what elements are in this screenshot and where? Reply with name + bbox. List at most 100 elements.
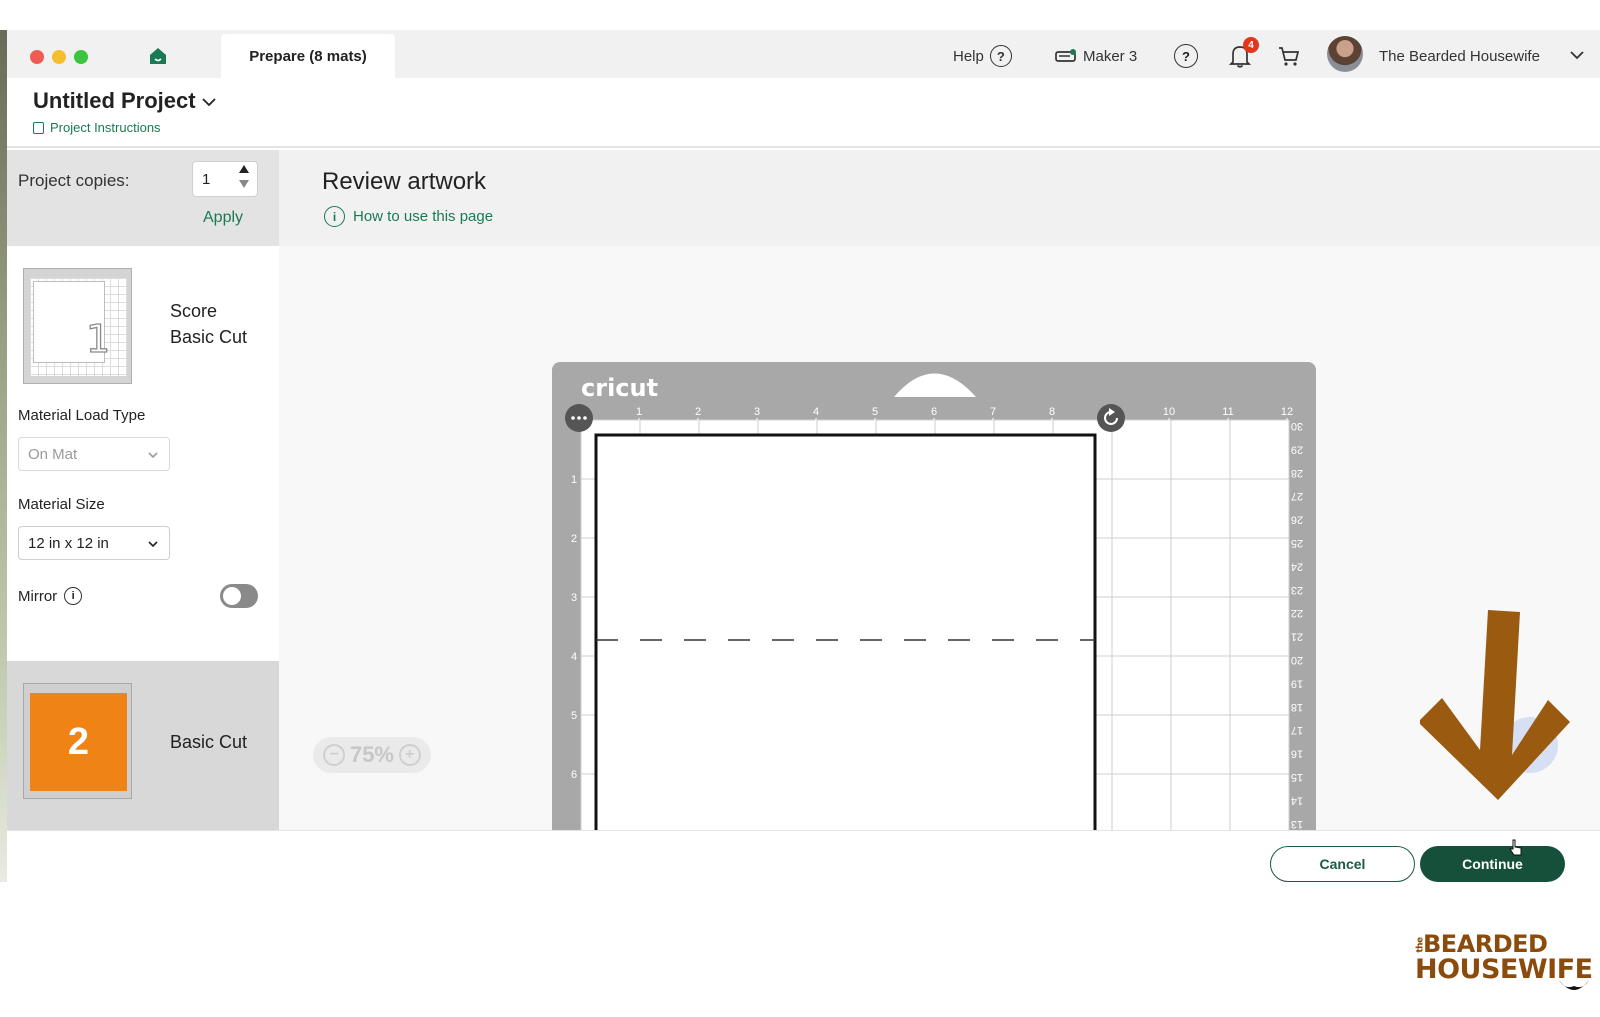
ruler-label: 2 <box>695 406 701 418</box>
machine-icon <box>1055 49 1076 62</box>
zoom-control[interactable]: − 75% + <box>313 737 431 773</box>
continue-button[interactable]: Continue <box>1420 846 1565 882</box>
material-load-type-select[interactable]: On Mat <box>18 437 170 471</box>
mat-operation-score: Score <box>170 301 218 321</box>
review-artwork-area: Review artwork i How to use this page cr… <box>279 150 1600 830</box>
ruler-label: 16 <box>1291 748 1303 760</box>
stepper-down-icon[interactable] <box>239 180 249 188</box>
zoom-out-icon[interactable]: − <box>323 744 346 766</box>
notification-badge: 4 <box>1243 37 1259 53</box>
home-icon[interactable] <box>148 46 168 66</box>
ruler-label: 27 <box>1291 490 1303 502</box>
ruler-label: 3 <box>754 406 760 418</box>
stepper-up-icon[interactable] <box>239 165 249 173</box>
ruler-label: 1 <box>636 406 642 418</box>
chevron-down-icon <box>148 541 158 548</box>
info-icon[interactable]: i <box>64 587 83 605</box>
ruler-label: 26 <box>1291 514 1303 526</box>
arrow-down-icon <box>1420 610 1570 800</box>
ruler-label: 4 <box>813 406 819 418</box>
mat-number: 1 <box>85 316 111 361</box>
tab-prepare[interactable]: Prepare (8 mats) <box>221 34 395 78</box>
mat-card-1[interactable]: 1 Score Basic Cut Material Load Type On … <box>7 246 279 631</box>
ruler-label: 10 <box>1163 406 1175 418</box>
ruler-label: 29 <box>1291 443 1303 455</box>
mat-orange-material: 2 <box>30 693 127 791</box>
artwork-options-handle[interactable] <box>565 404 593 432</box>
ruler-label: 23 <box>1291 584 1303 596</box>
card-artwork[interactable] <box>594 433 1097 830</box>
cancel-button[interactable]: Cancel <box>1270 846 1415 882</box>
help-menu[interactable]: Help ? <box>953 42 1012 70</box>
cutting-mat-preview[interactable]: cricut 1 2 3 4 5 6 7 8 10 11 12 123456 30292827262… <box>279 150 1600 830</box>
project-instructions-link[interactable]: Project Instructions <box>33 120 161 135</box>
apply-button[interactable]: Apply <box>203 209 243 227</box>
ruler-label: 6 <box>571 769 577 781</box>
ruler-label: 15 <box>1291 771 1303 783</box>
close-window-button[interactable] <box>30 50 44 64</box>
chevron-down-icon <box>148 452 158 459</box>
ruler-label: 14 <box>1291 794 1303 806</box>
mat-grid: 1 <box>30 278 127 376</box>
mirror-toggle[interactable] <box>220 584 258 608</box>
mat-number: 2 <box>67 721 90 763</box>
ruler-label: 21 <box>1291 631 1303 643</box>
ruler-label: 22 <box>1291 607 1303 619</box>
hand-cursor-icon <box>1509 839 1522 856</box>
maximize-window-button[interactable] <box>74 50 88 64</box>
chevron-down-icon[interactable] <box>200 93 218 111</box>
project-header: Untitled Project Project Instructions <box>7 78 1600 148</box>
ruler-label: 5 <box>872 406 878 418</box>
mat-brand-logo: cricut <box>581 374 658 402</box>
ruler-label: 18 <box>1291 701 1303 713</box>
material-size-label: Material Size <box>18 496 105 513</box>
ruler-label: 7 <box>990 406 996 418</box>
screen-frame: Prepare (8 mats) Help ? Maker 3 ? 4 The … <box>0 0 1600 1017</box>
ruler-label: 6 <box>931 406 937 418</box>
background-edge <box>0 30 7 882</box>
zoom-in-icon[interactable]: + <box>398 744 421 766</box>
ruler-label: 20 <box>1291 654 1303 666</box>
zoom-level: 75% <box>349 742 394 767</box>
ruler-label: 24 <box>1291 560 1303 572</box>
rotate-handle-icon[interactable] <box>1097 404 1125 432</box>
project-copies-section: Project copies: 1 Apply <box>7 150 279 246</box>
material-load-type-value: On Mat <box>28 445 78 463</box>
mat-thumbnail[interactable]: 2 <box>23 683 132 799</box>
footer-bar: Cancel Continue <box>7 830 1600 882</box>
ruler-label: 25 <box>1291 537 1303 549</box>
project-copies-label: Project copies: <box>18 171 130 190</box>
material-size-value: 12 in x 12 in <box>28 534 109 552</box>
ruler-label: 1 <box>571 474 577 486</box>
question-circle-icon: ? <box>989 45 1012 67</box>
mirror-label: Mirror i <box>18 587 83 605</box>
ruler-label: 17 <box>1291 724 1303 736</box>
ruler-label: 13 <box>1291 818 1303 830</box>
cart-icon[interactable] <box>1277 44 1301 68</box>
ruler-label: 30 <box>1291 420 1303 432</box>
mirror-label-text: Mirror <box>18 587 58 605</box>
machine-selector[interactable]: Maker 3 <box>1055 42 1137 70</box>
project-instructions-label: Project Instructions <box>50 120 161 135</box>
toggle-knob <box>223 587 241 605</box>
chevron-down-icon[interactable] <box>1568 46 1586 64</box>
mat-operation-basic-cut: Basic Cut <box>170 732 248 752</box>
ruler-label: 12 <box>1281 406 1293 418</box>
ruler-label: 28 <box>1291 467 1303 479</box>
ruler-label: 4 <box>571 651 577 663</box>
mat-thumbnail[interactable]: 1 <box>23 268 132 384</box>
material-size-select[interactable]: 12 in x 12 in <box>18 526 170 560</box>
support-chat-icon[interactable]: ? <box>1174 44 1198 68</box>
ruler-label: 11 <box>1222 406 1233 418</box>
ruler-label: 5 <box>571 710 577 722</box>
help-label: Help <box>953 47 984 65</box>
user-name[interactable]: The Bearded Housewife <box>1379 42 1540 70</box>
avatar[interactable] <box>1327 36 1363 72</box>
ruler-label: 3 <box>571 592 577 604</box>
cricut-design-space-window: Prepare (8 mats) Help ? Maker 3 ? 4 The … <box>7 30 1600 882</box>
title-bar: Prepare (8 mats) Help ? Maker 3 ? 4 The … <box>7 30 1600 78</box>
minimize-window-button[interactable] <box>52 50 66 64</box>
machine-label: Maker 3 <box>1083 47 1138 65</box>
document-icon <box>33 121 44 134</box>
project-title[interactable]: Untitled Project <box>33 88 196 114</box>
